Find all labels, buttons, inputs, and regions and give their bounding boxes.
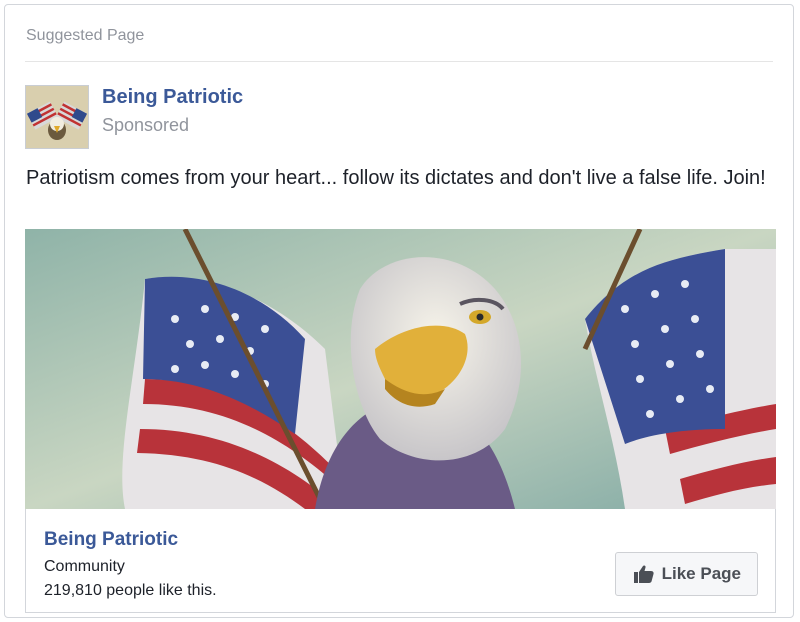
- like-page-button[interactable]: Like Page: [614, 552, 758, 596]
- post-text: Patriotism comes from your heart... foll…: [26, 167, 766, 189]
- eagle-flags-icon: [26, 86, 88, 148]
- header-divider: [25, 61, 773, 62]
- eagle-with-flags-illustration: [25, 229, 776, 509]
- card-header: Suggested Page: [26, 27, 145, 44]
- sponsored-label[interactable]: Sponsored: [102, 115, 189, 136]
- ad-image[interactable]: [25, 229, 776, 509]
- attachment-page-name-link[interactable]: Being Patriotic: [44, 529, 178, 551]
- page-avatar[interactable]: [25, 85, 89, 149]
- like-page-button-label: Like Page: [661, 564, 741, 583]
- thumbs-up-icon: [633, 565, 654, 583]
- attachment-footer: Being Patriotic Community 219,810 people…: [25, 509, 776, 613]
- page-name-link[interactable]: Being Patriotic: [102, 86, 243, 109]
- suggested-page-card: Suggested Page Being Patriotic Sponsored…: [4, 4, 794, 618]
- page-category: Community: [44, 558, 125, 575]
- page-like-count: 219,810 people like this.: [44, 582, 217, 599]
